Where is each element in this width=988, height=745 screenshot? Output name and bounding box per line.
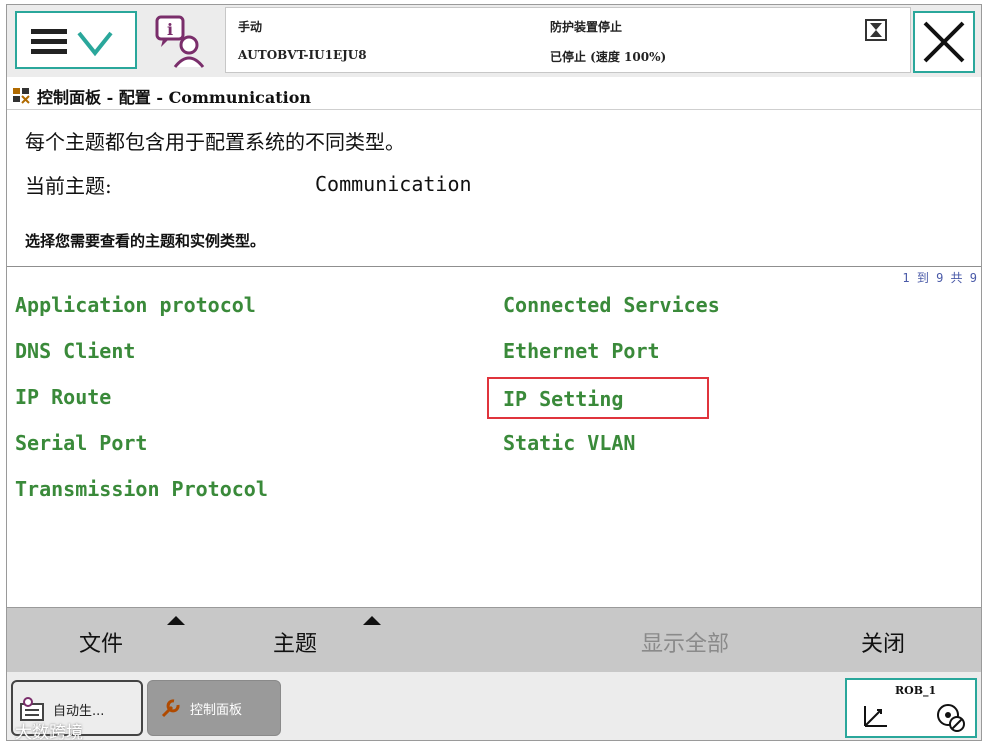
current-topic-label: 当前主题: [25, 174, 112, 198]
file-menu-button[interactable]: 文件 [79, 626, 123, 658]
taskbar: 自动生... 控制面板 ROB_1 大数跨境 [7, 672, 981, 741]
close-window-button[interactable] [913, 11, 975, 73]
watermark-text: 大数跨境 [15, 723, 83, 741]
close-button[interactable]: 关闭 [861, 626, 905, 658]
page-count: 1 到 9 共 9 [902, 271, 977, 285]
type-connected-services[interactable]: Connected Services [503, 293, 720, 317]
type-serial-port[interactable]: Serial Port [15, 431, 147, 455]
status-bar[interactable]: 手动 AUTOBVT-IU1EJU8 防护装置停止 已停止 (速度 100%) [225, 7, 911, 73]
type-list: 1 到 9 共 9 Application protocol DNS Clien… [7, 267, 981, 607]
quickset-robot-button[interactable]: ROB_1 [845, 678, 977, 738]
type-ethernet-port[interactable]: Ethernet Port [503, 339, 660, 363]
type-ip-route[interactable]: IP Route [15, 385, 111, 409]
robot-name: ROB_1 [895, 684, 937, 697]
speed-disabled-icon [937, 704, 965, 732]
flexpendant-screen: i 手动 AUTOBVT-IU1EJU8 防护装置停止 已停止 (速度 100%… [6, 4, 982, 741]
main-menu-button[interactable] [15, 11, 137, 69]
breadcrumb-path: 控制面板 - 配置 - Communication [37, 88, 312, 107]
controller-state: 防护装置停止 [550, 20, 623, 34]
type-transmission-protocol[interactable]: Transmission Protocol [15, 477, 268, 501]
program-state: 已停止 (速度 100%) [550, 50, 667, 64]
current-topic-value: Communication [315, 172, 472, 196]
topic-intro: 每个主题都包含用于配置系统的不同类型。 当前主题: Communication … [7, 110, 981, 267]
control-panel-icon [13, 88, 30, 104]
topic-menu-button[interactable]: 主题 [273, 626, 317, 658]
task-control-panel-label: 控制面板 [190, 703, 243, 718]
breadcrumb: 控制面板 - 配置 - Communication [7, 79, 981, 110]
event-log-info-icon[interactable]: i [153, 15, 207, 69]
type-ip-setting[interactable]: IP Setting [487, 377, 709, 419]
wrench-icon [161, 699, 180, 718]
hourglass-status-icon [865, 19, 887, 41]
svg-text:i: i [167, 20, 173, 39]
command-bar: 文件 主题 显示全部 关闭 [7, 607, 981, 673]
top-bar: i 手动 AUTOBVT-IU1EJU8 防护装置停止 已停止 (速度 100%… [7, 5, 981, 77]
topic-menu-arrow-icon [363, 616, 381, 625]
type-application-protocol[interactable]: Application protocol [15, 293, 256, 317]
type-static-vlan[interactable]: Static VLAN [503, 431, 635, 455]
show-all-button[interactable]: 显示全部 [641, 626, 729, 658]
hamburger-chevron-icon [31, 29, 113, 57]
file-menu-arrow-icon [167, 616, 185, 625]
intro-instruction: 选择您需要查看的主题和实例类型。 [25, 232, 266, 250]
intro-description: 每个主题都包含用于配置系统的不同类型。 [25, 130, 405, 154]
type-dns-client[interactable]: DNS Client [15, 339, 135, 363]
system-name: AUTOBVT-IU1EJU8 [238, 48, 367, 62]
close-icon [923, 21, 965, 63]
task-control-panel[interactable]: 控制面板 [147, 680, 281, 736]
operating-mode: 手动 [238, 20, 263, 34]
task-auto-label: 自动生... [53, 704, 105, 719]
coordinate-axes-icon [864, 706, 887, 727]
